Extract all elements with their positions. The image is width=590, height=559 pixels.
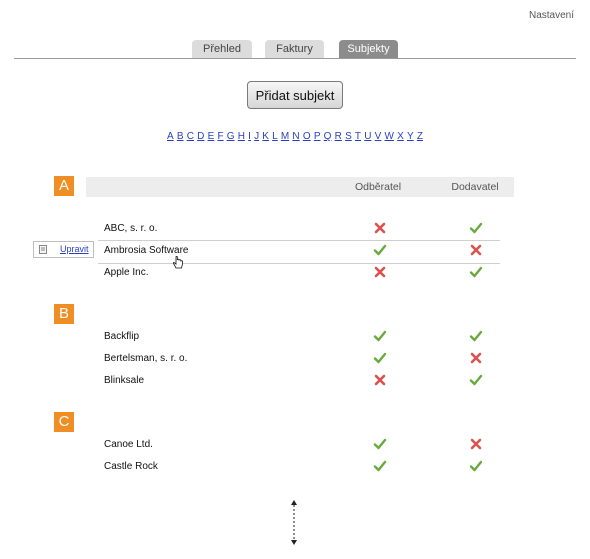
letter-link[interactable]: P [314,131,321,142]
letter-link[interactable]: H [238,131,245,142]
letter-link[interactable]: T [355,131,361,142]
letter-link[interactable]: W [385,131,394,142]
section-letter-badge: C [54,412,74,432]
subject-row[interactable]: Bertelsman, s. r. o. [98,349,500,371]
subject-name: Blinksale [104,375,145,386]
subject-name: Ambrosia Software [104,245,189,256]
tab-prehled[interactable]: Přehled [192,40,252,58]
supplier-check-icon[interactable] [469,221,483,235]
subject-name: ABC, s. r. o. [104,223,158,234]
letter-link[interactable]: G [227,131,235,142]
customer-check-icon[interactable] [373,243,387,257]
letter-link[interactable]: R [335,131,342,142]
tab-subjekty[interactable]: Subjekty [339,40,398,58]
letter-link[interactable]: I [248,131,251,142]
subject-name: Castle Rock [104,461,158,472]
column-header-supplier: Dodavatel [451,181,499,193]
supplier-check-icon[interactable] [469,373,483,387]
main-tabs: Přehled Faktury Subjekty [0,40,590,59]
supplier-cross-icon[interactable] [469,351,483,365]
letter-link[interactable]: O [303,131,311,142]
subject-row[interactable]: Castle Rock [98,457,500,479]
letter-link[interactable]: J [254,131,259,142]
subject-name: Canoe Ltd. [104,439,153,450]
alphabet-filter: ABCDEFGHIJKLMNOPQRSTUVWXYZ [0,131,590,142]
resize-handle-icon[interactable] [289,500,299,545]
supplier-check-icon[interactable] [469,329,483,343]
letter-link[interactable]: Y [407,131,414,142]
letter-link[interactable]: Q [324,131,332,142]
letter-link[interactable]: A [167,131,174,142]
document-icon [39,245,47,254]
supplier-cross-icon[interactable] [469,437,483,451]
hand-cursor-icon [173,256,183,269]
subject-row[interactable]: Canoe Ltd. [98,435,500,457]
letter-link[interactable]: X [397,131,404,142]
letter-link[interactable]: Z [417,131,423,142]
tabs-divider [14,58,576,59]
letter-link[interactable]: U [364,131,371,142]
subject-name: Backflip [104,331,140,342]
subject-row[interactable]: Ambrosia Software [98,240,500,264]
customer-check-icon[interactable] [373,459,387,473]
letter-link[interactable]: S [345,131,352,142]
letter-link[interactable]: B [177,131,184,142]
supplier-check-icon[interactable] [469,459,483,473]
letter-link[interactable]: M [281,131,289,142]
letter-link[interactable]: N [292,131,299,142]
customer-check-icon[interactable] [373,351,387,365]
customer-cross-icon[interactable] [373,373,387,387]
subject-row[interactable]: ABC, s. r. o. [98,219,500,241]
letter-link[interactable]: E [208,131,215,142]
tab-faktury[interactable]: Faktury [265,40,324,58]
customer-check-icon[interactable] [373,437,387,451]
letter-link[interactable]: D [197,131,204,142]
letter-link[interactable]: L [272,131,278,142]
section-letter-badge: B [54,304,74,324]
section-letter-badge: A [54,176,74,196]
subject-row[interactable]: Apple Inc. [98,263,500,285]
customer-cross-icon[interactable] [373,221,387,235]
settings-link[interactable]: Nastavení [529,10,574,21]
add-subject-button[interactable]: Přidat subjekt [247,81,343,109]
customer-check-icon[interactable] [373,329,387,343]
letter-link[interactable]: V [375,131,382,142]
edit-link[interactable]: Upravit [60,244,89,254]
column-header-customer: Odběratel [354,181,402,193]
supplier-check-icon[interactable] [469,265,483,279]
subject-name: Bertelsman, s. r. o. [104,353,188,364]
subject-name: Apple Inc. [104,267,149,278]
letter-link[interactable]: K [262,131,269,142]
subject-row[interactable]: Blinksale [98,371,500,393]
row-edit-popup: Upravit [33,241,94,258]
subject-row[interactable]: Backflip [98,327,500,349]
customer-cross-icon[interactable] [373,265,387,279]
supplier-cross-icon[interactable] [469,243,483,257]
letter-link[interactable]: C [187,131,194,142]
letter-link[interactable]: F [217,131,223,142]
